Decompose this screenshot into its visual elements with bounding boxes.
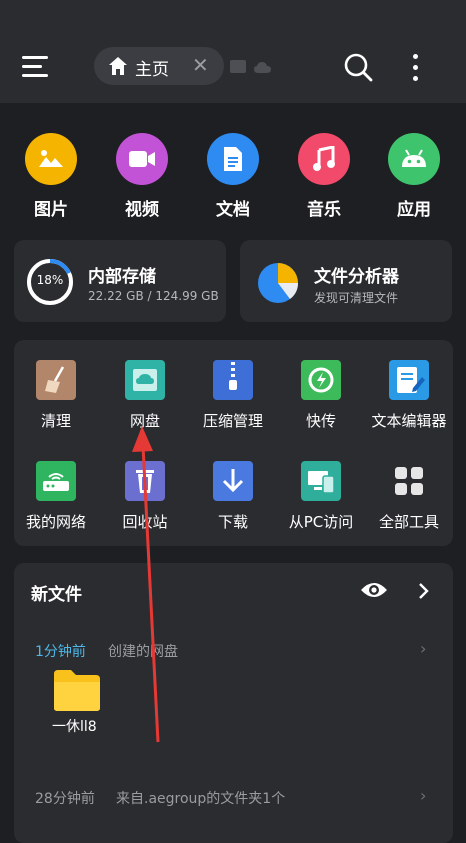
tool-text-editor[interactable]: 文本编辑器: [363, 360, 455, 431]
category-images[interactable]: 图片: [11, 133, 91, 220]
folder-name[interactable]: 一休ll8: [52, 716, 97, 736]
entry-time: 1分钟前: [35, 644, 86, 660]
network-icon: [36, 461, 76, 501]
sd-card-icon: [230, 60, 246, 73]
new-files-title: 新文件: [31, 585, 82, 605]
storage-title: 内部存储: [88, 267, 156, 287]
category-music[interactable]: 音乐: [284, 133, 364, 220]
tool-pc-access[interactable]: 从PC访问: [275, 461, 367, 532]
music-icon: [298, 133, 350, 185]
pc-access-icon: [301, 461, 341, 501]
download-icon: [213, 461, 253, 501]
analyzer-title: 文件分析器: [314, 267, 399, 287]
category-label: 文档: [216, 200, 250, 220]
transfer-icon: [301, 360, 341, 400]
cloud-drive-icon: [125, 360, 165, 400]
tool-label: 从PC访问: [288, 513, 354, 531]
folder-icon[interactable]: [53, 668, 101, 716]
tool-label: 我的网络: [25, 513, 86, 531]
analyzer-subtitle: 发现可清理文件: [314, 291, 399, 305]
tool-label: 全部工具: [378, 513, 439, 531]
entry-description: 来自.aegroup的文件夹1个: [116, 791, 286, 807]
home-icon: [108, 56, 128, 80]
category-documents[interactable]: 文档: [193, 133, 273, 220]
tool-label: 网盘: [129, 412, 160, 430]
pie-chart-icon: [257, 262, 299, 308]
category-apps[interactable]: 应用: [374, 133, 454, 220]
category-label: 音乐: [307, 200, 341, 220]
image-icon: [25, 133, 77, 185]
broom-icon: [36, 360, 76, 400]
tool-clean[interactable]: 清理: [10, 360, 102, 431]
video-icon: [116, 133, 168, 185]
storage-ring: 18%: [26, 258, 74, 306]
tool-label: 清理: [40, 412, 71, 430]
tab-label: 主页: [135, 60, 169, 80]
tab-home[interactable]: 主页 ✕: [94, 47, 224, 85]
trash-icon: [125, 461, 165, 501]
tool-cloud-drive[interactable]: 网盘: [99, 360, 191, 431]
zip-icon: [213, 360, 253, 400]
tool-label: 回收站: [122, 513, 168, 531]
storage-usage: 22.22 GB / 124.99 GB: [88, 289, 219, 303]
category-row: 图片 视频 文档 音乐 应用: [0, 133, 466, 220]
chevron-right-icon[interactable]: ›: [420, 639, 426, 658]
search-icon[interactable]: [343, 52, 373, 86]
category-label: 视频: [125, 200, 159, 220]
entry-description: 创建的网盘: [108, 644, 178, 660]
storage-percent: 18%: [36, 273, 64, 287]
tool-label: 压缩管理: [202, 412, 263, 430]
tool-quick-transfer[interactable]: 快传: [275, 360, 367, 431]
chevron-right-icon[interactable]: [418, 582, 430, 604]
tool-label: 下载: [217, 513, 248, 531]
menu-icon[interactable]: [22, 56, 48, 78]
cloud-icon: [254, 62, 271, 73]
android-icon: [388, 133, 440, 185]
tool-label: 文本编辑器: [371, 412, 447, 430]
tool-my-network[interactable]: 我的网络: [10, 461, 102, 532]
category-label: 图片: [34, 200, 68, 220]
storage-indicators: [230, 59, 274, 79]
tool-zip-manager[interactable]: 压缩管理: [187, 360, 279, 431]
chevron-right-icon[interactable]: ›: [420, 786, 426, 805]
tool-all-tools[interactable]: 全部工具: [363, 461, 455, 532]
category-videos[interactable]: 视频: [102, 133, 182, 220]
tool-download[interactable]: 下载: [187, 461, 279, 532]
text-editor-icon: [389, 360, 429, 400]
close-icon[interactable]: ✕: [192, 55, 209, 75]
tool-recycle-bin[interactable]: 回收站: [99, 461, 191, 532]
more-vert-icon[interactable]: [410, 54, 420, 82]
document-icon: [207, 133, 259, 185]
grid-icon: [389, 461, 429, 501]
tool-label: 快传: [305, 412, 336, 430]
entry-time: 28分钟前: [35, 791, 95, 807]
eye-icon[interactable]: [360, 580, 388, 604]
top-bar: 主页 ✕: [0, 0, 466, 103]
category-label: 应用: [397, 200, 431, 220]
